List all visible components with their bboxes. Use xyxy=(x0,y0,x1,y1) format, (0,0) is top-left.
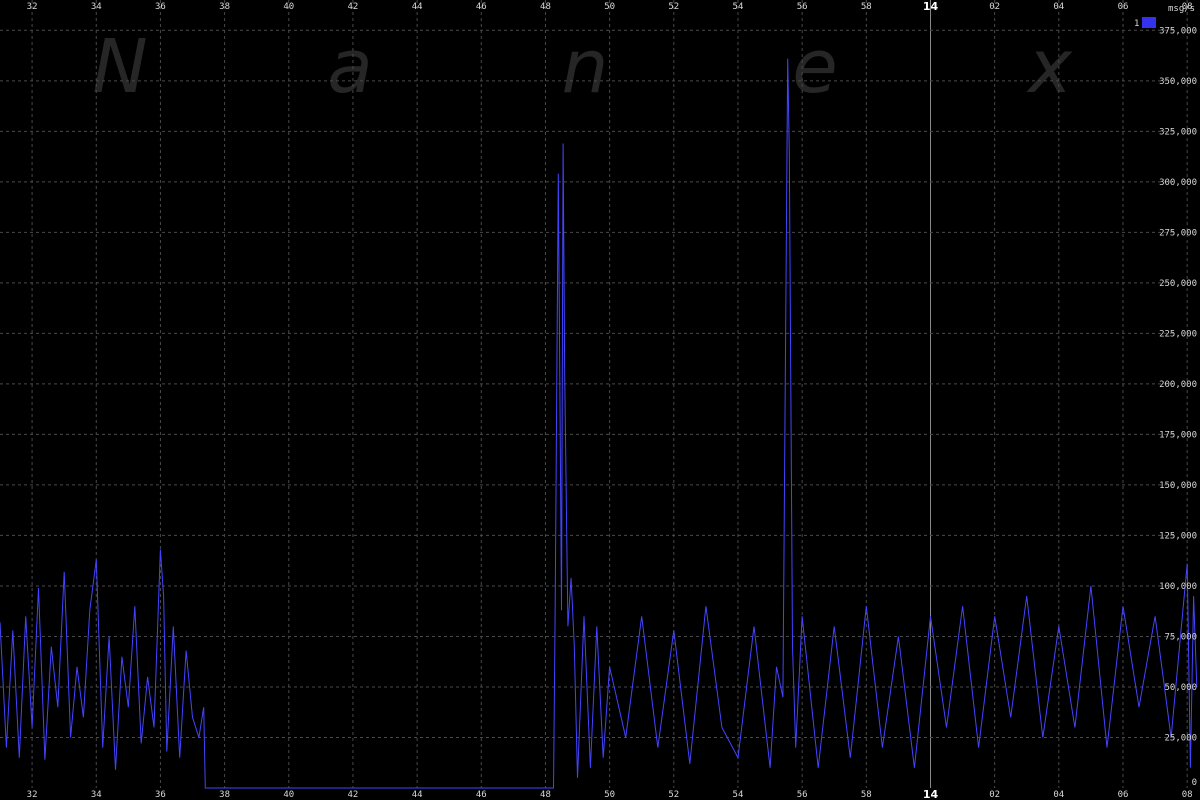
message-rate-chart: Na n e x 32 32 34 34 36 36 38 38 40 40 42 42 44 44 46 46 48… xyxy=(0,0,1200,800)
x-tick-label: 14 xyxy=(923,0,939,13)
x-tick-label: 04 xyxy=(1053,790,1064,800)
y-tick-label: 325,000 xyxy=(1159,127,1197,137)
x-tick-label: 58 xyxy=(861,2,872,12)
x-tick-label: 52 xyxy=(668,790,679,800)
y-tick-label: 125,000 xyxy=(1159,531,1197,541)
watermark-letter: e xyxy=(792,24,838,110)
x-tick-label: 50 xyxy=(604,2,615,12)
x-tick-label: 02 xyxy=(989,790,1000,800)
y-tick-label: 175,000 xyxy=(1159,430,1197,440)
chart-background xyxy=(0,0,1200,800)
x-tick-label: 06 xyxy=(1118,790,1129,800)
x-tick-label: 32 xyxy=(27,2,38,12)
watermark-letter: x xyxy=(1026,24,1073,110)
x-tick-label: 14 xyxy=(923,788,939,800)
legend-label: 1 xyxy=(1134,19,1139,29)
x-tick-label: 34 xyxy=(91,2,102,12)
x-tick-label: 34 xyxy=(91,790,102,800)
y-tick-label: 100,000 xyxy=(1159,582,1197,592)
x-tick-label: 40 xyxy=(283,790,294,800)
legend-swatch xyxy=(1142,17,1156,28)
x-tick-label: 42 xyxy=(348,790,359,800)
watermark-letter: n xyxy=(562,24,609,110)
x-tick-label: 06 xyxy=(1118,2,1129,12)
x-tick-label: 04 xyxy=(1053,2,1064,12)
x-tick-label: 36 xyxy=(155,790,166,800)
y-tick-label: 150,000 xyxy=(1159,481,1197,491)
x-tick-label: 54 xyxy=(733,790,744,800)
x-tick-label: 54 xyxy=(733,2,744,12)
x-tick-label: 46 xyxy=(476,790,487,800)
watermark-letter: a xyxy=(327,24,372,110)
x-tick-label: 08 xyxy=(1182,790,1193,800)
x-tick-label: 50 xyxy=(604,790,615,800)
x-tick-label: 56 xyxy=(797,790,808,800)
x-tick-label: 32 xyxy=(27,790,38,800)
x-tick-label: 44 xyxy=(412,2,423,12)
x-tick-label: 52 xyxy=(668,2,679,12)
unit-label: msg/s xyxy=(1168,4,1195,14)
y-tick-label: 225,000 xyxy=(1159,329,1197,339)
x-tick-label: 56 xyxy=(797,2,808,12)
y-tick-label: 300,000 xyxy=(1159,178,1197,188)
y-tick-label: 350,000 xyxy=(1159,77,1197,87)
legend: 1 xyxy=(1134,17,1156,29)
x-tick-label: 40 xyxy=(283,2,294,12)
x-tick-label: 36 xyxy=(155,2,166,12)
x-tick-label: 46 xyxy=(476,2,487,12)
watermark-letter: N xyxy=(92,24,147,110)
x-tick-label: 02 xyxy=(989,2,1000,12)
y-tick-label: 275,000 xyxy=(1159,228,1197,238)
y-tick-label: 250,000 xyxy=(1159,279,1197,289)
y-tick-label: 75,000 xyxy=(1164,632,1197,642)
x-tick-label: 38 xyxy=(219,790,230,800)
x-tick-label: 48 xyxy=(540,2,551,12)
y-tick-label: 25,000 xyxy=(1164,733,1197,743)
y-tick-label: 375,000 xyxy=(1159,26,1197,36)
y-tick-label: 200,000 xyxy=(1159,380,1197,390)
x-tick-label: 48 xyxy=(540,790,551,800)
y-tick-label: 50,000 xyxy=(1164,683,1197,693)
y-tick-label: 0 xyxy=(1192,778,1197,788)
x-tick-label: 42 xyxy=(348,2,359,12)
x-tick-label: 38 xyxy=(219,2,230,12)
x-tick-label: 44 xyxy=(412,790,423,800)
x-tick-label: 58 xyxy=(861,790,872,800)
